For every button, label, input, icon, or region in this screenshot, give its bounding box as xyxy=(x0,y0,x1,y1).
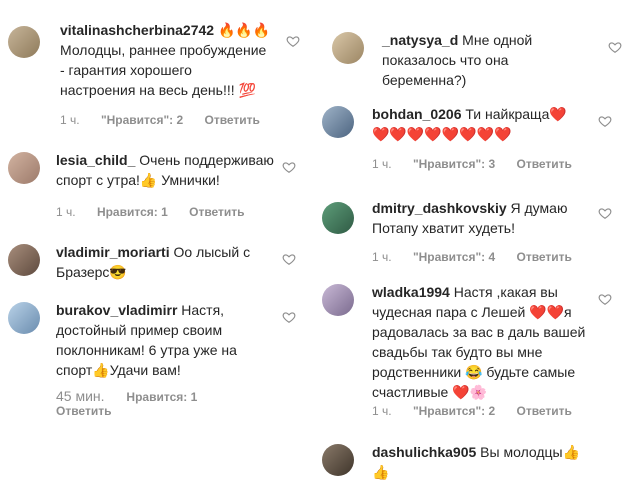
avatar[interactable] xyxy=(322,284,354,316)
heart-icon[interactable] xyxy=(282,310,296,324)
username[interactable]: dmitry_dashkovskiy xyxy=(372,200,507,216)
comment-meta: 45 мин. Нравится: 1 xyxy=(56,388,198,404)
comment-text: _natysya_d Мне одной показалось что она … xyxy=(382,32,533,88)
heart-icon[interactable] xyxy=(608,40,622,54)
avatar[interactable] xyxy=(8,152,40,184)
comment-text: lesia_child_ Очень поддерживаю спорт с у… xyxy=(56,152,274,188)
username[interactable]: vladimir_moriarti xyxy=(56,244,170,260)
username[interactable]: dashulichka905 xyxy=(372,444,476,460)
heart-icon[interactable] xyxy=(598,292,612,306)
comment-text: vitalinashcherbina2742 🔥🔥🔥 Молодцы, ранн… xyxy=(60,22,271,98)
heart-icon[interactable] xyxy=(598,206,612,220)
comment-item: dashulichka905 Вы молодцы👍 👍 xyxy=(318,442,635,489)
comment-text: burakov_vladimirr Настя, достойный приме… xyxy=(56,302,237,378)
avatar[interactable] xyxy=(332,32,364,64)
avatar[interactable] xyxy=(322,106,354,138)
avatar[interactable] xyxy=(8,26,40,58)
comment-item: dmitry_dashkovskiy Я думаю Потапу хватит… xyxy=(318,198,635,268)
avatar[interactable] xyxy=(322,444,354,476)
avatar[interactable] xyxy=(8,302,40,334)
username[interactable]: _natysya_d xyxy=(382,32,458,48)
username[interactable]: wladka1994 xyxy=(372,284,450,300)
username[interactable]: bohdan_0206 xyxy=(372,106,461,122)
comment-item: lesia_child_ Очень поддерживаю спорт с у… xyxy=(0,150,318,230)
heart-icon[interactable] xyxy=(282,252,296,266)
username[interactable]: lesia_child_ xyxy=(56,152,135,168)
username[interactable]: burakov_vladimirr xyxy=(56,302,177,318)
avatar[interactable] xyxy=(322,202,354,234)
comment-meta-reply: Ответить xyxy=(56,404,112,418)
comment-meta: 1 ч. Нравится: 1 Ответить xyxy=(56,205,245,219)
heart-icon[interactable] xyxy=(598,114,612,128)
comment-item: vladimir_moriarti Оо лысый с Бразерс😎 xyxy=(0,242,318,292)
comment-item: burakov_vladimirr Настя, достойный приме… xyxy=(0,300,318,420)
comment-meta: 1 ч. "Нравится": 2 Ответить xyxy=(372,404,572,418)
comment-text: vladimir_moriarti Оо лысый с Бразерс😎 xyxy=(56,244,251,280)
comment-item: vitalinashcherbina2742 🔥🔥🔥 Молодцы, ранн… xyxy=(0,20,318,140)
comment-item: wladka1994 Настя ,какая вы чудесная пара… xyxy=(318,282,635,422)
heart-icon[interactable] xyxy=(286,34,300,48)
comment-meta: 1 ч. "Нравится": 2 Ответить xyxy=(60,113,260,127)
username[interactable]: vitalinashcherbina2742 xyxy=(60,22,214,38)
comment-text: bohdan_0206 Ти найкраща❤️ ❤️❤️❤️❤️❤️❤️❤️… xyxy=(372,106,567,142)
comment-meta: 1 ч. "Нравится": 3 Ответить xyxy=(372,157,572,171)
heart-icon[interactable] xyxy=(282,160,296,174)
avatar[interactable] xyxy=(8,244,40,276)
comment-item: _natysya_d Мне одной показалось что она … xyxy=(318,30,635,90)
comment-text: dashulichka905 Вы молодцы👍 👍 xyxy=(372,444,581,480)
comment-meta: 1 ч. "Нравится": 4 Ответить xyxy=(372,250,572,264)
comment-text: wladka1994 Настя ,какая вы чудесная пара… xyxy=(372,284,586,400)
comment-text: dmitry_dashkovskiy Я думаю Потапу хватит… xyxy=(372,200,568,236)
comment-item: bohdan_0206 Ти найкраща❤️ ❤️❤️❤️❤️❤️❤️❤️… xyxy=(318,104,635,174)
